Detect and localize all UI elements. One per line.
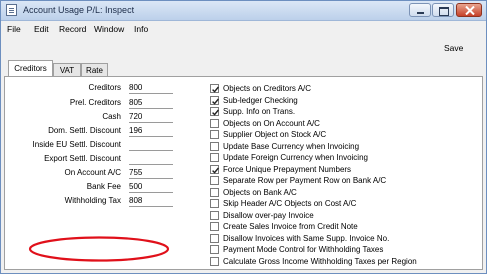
withholding-tax-field[interactable]: 808 [129, 196, 173, 207]
checkbox-label: Update Base Currency when Invoicing [223, 141, 360, 151]
close-icon[interactable] [456, 3, 482, 17]
withholding-tax-label: Withholding Tax [64, 196, 121, 205]
prel-creditors-field[interactable]: 805 [129, 98, 173, 109]
on-account-ac-field[interactable]: 755 [129, 168, 173, 179]
export-settl-discount-field[interactable] [129, 154, 173, 165]
checkbox[interactable] [210, 199, 219, 208]
check-mark-icon [212, 86, 219, 93]
tab-rate[interactable]: Rate [81, 63, 108, 76]
tab-bar: Creditors VAT Rate [1, 59, 486, 77]
checkbox-label: Update Foreign Currency when Invoicing [223, 153, 368, 162]
cash-label: Cash [102, 112, 121, 121]
checkbox[interactable] [210, 210, 219, 220]
checkbox[interactable] [210, 118, 219, 128]
export-settl-discount-label: Export Settl. Discount [44, 154, 121, 163]
checkbox-label: Disallow Invoices with Same Supp. Invoic… [223, 233, 390, 243]
creditors-label: Creditors [88, 83, 121, 92]
inspect-window: Account Usage P/L: Inspect File Edit Rec… [0, 0, 487, 274]
check-mark-icon [212, 167, 219, 174]
checkbox[interactable] [210, 256, 219, 266]
checkbox[interactable] [210, 164, 219, 174]
checkbox-label: Objects on Creditors A/C [223, 84, 312, 93]
title-bar[interactable]: Account Usage P/L: Inspect [1, 1, 486, 21]
checkbox-label: Objects on Bank A/C [223, 187, 297, 197]
checkbox[interactable] [210, 130, 219, 139]
checkbox-label: Supp. Info on Trans. [223, 107, 296, 116]
maximize-icon[interactable] [432, 3, 454, 17]
checkbox-label: Objects on On Account A/C [223, 118, 320, 128]
dom-settl-discount-label: Dom. Settl. Discount [48, 126, 121, 135]
bank-fee-label: Bank Fee [86, 182, 121, 191]
window-icon [6, 4, 17, 16]
dom-settl-discount-field[interactable]: 196 [129, 126, 173, 137]
cash-field[interactable]: 720 [129, 112, 173, 123]
checkbox[interactable] [210, 187, 219, 197]
checkbox[interactable] [210, 233, 219, 243]
checkbox[interactable] [210, 153, 219, 162]
prel-creditors-label: Prel. Creditors [69, 98, 121, 107]
menu-bar: File Edit Record Window Info [1, 21, 486, 36]
check-mark-icon [212, 109, 219, 116]
tab-creditors[interactable]: Creditors [8, 60, 53, 77]
checkbox-label: Supplier Object on Stock A/C [223, 130, 327, 139]
checkbox[interactable] [210, 107, 219, 116]
checkbox-label: Skip Header A/C Objects on Cost A/C [223, 199, 357, 208]
minimize-icon[interactable] [409, 3, 431, 17]
menu-file[interactable]: File [7, 24, 21, 34]
toolbar: Save [1, 37, 486, 59]
checkbox[interactable] [210, 95, 219, 105]
save-button[interactable]: Save [444, 43, 463, 53]
checkbox-label: Create Sales Invoice from Credit Note [223, 222, 358, 231]
checkbox-label: Disallow over-pay Invoice [223, 210, 314, 220]
menu-window[interactable]: Window [94, 24, 124, 34]
checkbox[interactable] [210, 84, 219, 93]
menu-edit[interactable]: Edit [34, 24, 49, 34]
check-mark-icon [212, 98, 219, 105]
inside-eu-settl-discount-label: Inside EU Settl. Discount [32, 140, 121, 149]
checkbox-label: Payment Mode Control for Withholding Tax… [223, 245, 384, 254]
checkbox[interactable] [210, 176, 219, 185]
checkbox-label: Force Unique Prepayment Numbers [223, 164, 352, 174]
on-account-ac-label: On Account A/C [64, 168, 121, 177]
creditors-field[interactable]: 800 [129, 83, 173, 94]
checkbox-label: Sub-ledger Checking [223, 95, 298, 105]
checkbox-label: Separate Row per Payment Row on Bank A/C [223, 176, 387, 185]
highlight-ellipse [28, 236, 170, 262]
checkbox[interactable] [210, 222, 219, 231]
menu-info[interactable]: Info [134, 24, 148, 34]
window-title: Account Usage P/L: Inspect [23, 5, 135, 15]
bank-fee-field[interactable]: 500 [129, 182, 173, 193]
checkbox[interactable] [210, 245, 219, 254]
checkbox-label: Calculate Gross Income Withholding Taxes… [223, 256, 417, 266]
tab-vat[interactable]: VAT [53, 63, 81, 76]
checkbox[interactable] [210, 141, 219, 151]
inside-eu-settl-discount-field[interactable] [129, 140, 173, 151]
menu-record[interactable]: Record [59, 24, 86, 34]
